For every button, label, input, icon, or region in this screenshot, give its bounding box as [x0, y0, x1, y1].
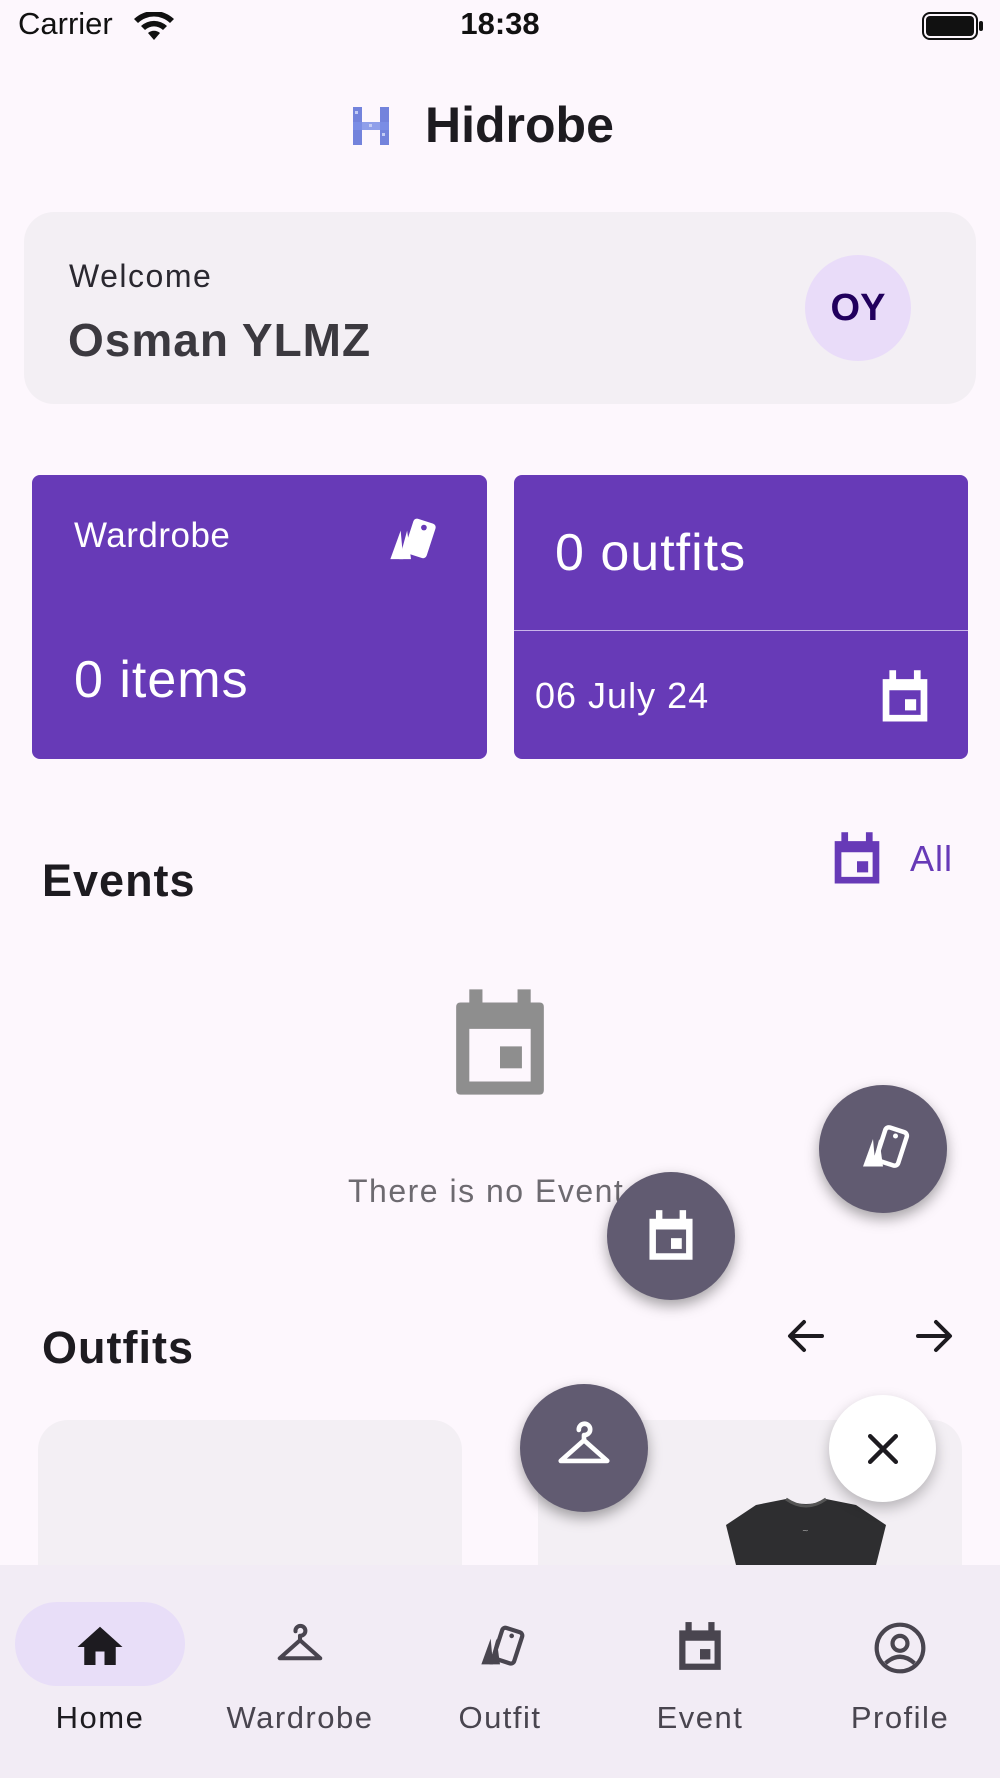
- add-outfit-fab[interactable]: [819, 1085, 947, 1213]
- events-calendar-icon[interactable]: [830, 830, 884, 888]
- home-icon: [0, 1620, 200, 1674]
- nav-label-profile: Profile: [850, 1700, 950, 1735]
- no-events-message: There is no Event: [348, 1173, 625, 1209]
- nav-label-home: Home: [55, 1700, 145, 1735]
- nav-label-event: Event: [656, 1700, 744, 1735]
- add-event-fab[interactable]: [607, 1172, 735, 1300]
- tshirt-image: ~: [716, 1495, 896, 1565]
- arrow-right-icon[interactable]: [910, 1312, 958, 1360]
- nav-item-event[interactable]: Event: [600, 1565, 800, 1778]
- outfits-count: 0 outfits: [555, 524, 747, 582]
- nav-item-profile[interactable]: Profile: [800, 1565, 1000, 1778]
- app-logo: [351, 105, 391, 147]
- app-title: Hidrobe: [425, 97, 614, 153]
- battery-icon: [922, 12, 984, 40]
- nav-item-outfit[interactable]: Outfit: [400, 1565, 600, 1778]
- calendar-icon[interactable]: [878, 668, 932, 726]
- empty-calendar-icon: [447, 985, 553, 1099]
- arrow-left-icon[interactable]: [782, 1312, 830, 1360]
- wardrobe-count: 0 items: [74, 651, 249, 709]
- outfit-tags-icon: [380, 510, 442, 572]
- svg-text:~: ~: [802, 1526, 809, 1535]
- calendar-icon: [600, 1620, 800, 1674]
- nav-label-wardrobe: Wardrobe: [226, 1700, 374, 1735]
- close-fab[interactable]: [829, 1395, 936, 1502]
- nav-item-home[interactable]: Home: [0, 1565, 200, 1778]
- outfits-section-title: Outfits: [42, 1322, 194, 1373]
- add-wardrobe-item-fab[interactable]: [520, 1384, 648, 1512]
- nav-label-outfit: Outfit: [458, 1700, 542, 1735]
- user-name: Osman YLMZ: [68, 314, 372, 366]
- nav-item-wardrobe[interactable]: Wardrobe: [200, 1565, 400, 1778]
- account-circle-icon: [800, 1620, 1000, 1676]
- welcome-label: Welcome: [69, 258, 213, 294]
- outfit-tags-icon: [400, 1620, 600, 1676]
- avatar[interactable]: OY: [805, 255, 911, 361]
- outfits-card-divider: [514, 630, 968, 631]
- wardrobe-card-title: Wardrobe: [74, 516, 231, 555]
- outfits-date: 06 July 24: [535, 675, 710, 716]
- hanger-icon: [200, 1620, 400, 1674]
- events-section-title: Events: [42, 855, 196, 906]
- status-time: 18:38: [460, 6, 540, 41]
- events-all-button[interactable]: All: [910, 838, 953, 880]
